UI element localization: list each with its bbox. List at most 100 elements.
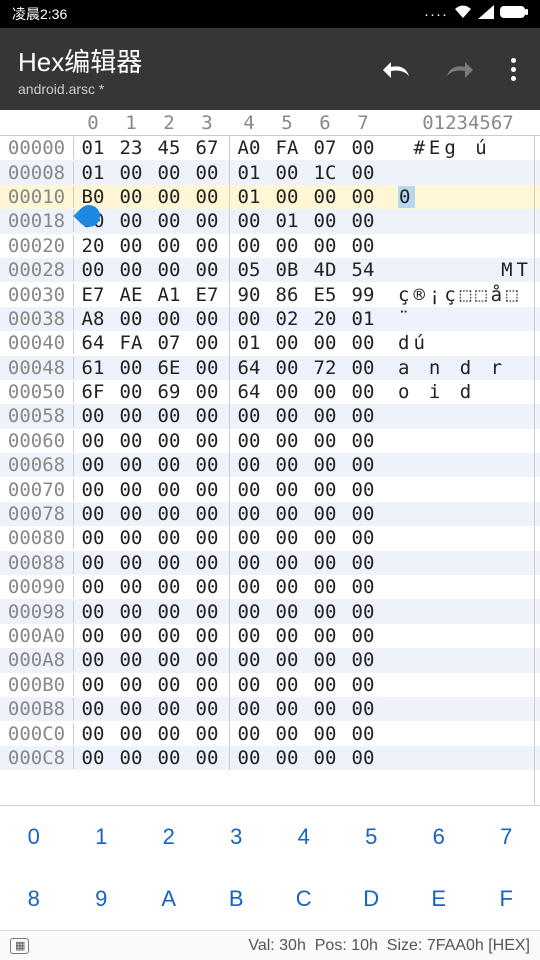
byte[interactable]: 00	[112, 454, 150, 476]
byte[interactable]: 00	[230, 698, 268, 720]
byte[interactable]: 54	[344, 259, 382, 281]
byte[interactable]: 00	[150, 186, 188, 208]
byte[interactable]: 23	[112, 137, 150, 159]
byte[interactable]: 61	[74, 357, 112, 379]
byte[interactable]: 00	[268, 527, 306, 549]
byte[interactable]: 00	[112, 747, 150, 769]
byte[interactable]: 00	[344, 381, 382, 403]
hex-row[interactable]: 000B00000000000000000	[0, 673, 540, 697]
key-0[interactable]: 0	[0, 806, 68, 868]
hex-row[interactable]: 00030E7AEA1E79086E599ç®¡ç⬚⬚å⬚	[0, 282, 540, 306]
byte[interactable]: 6E	[150, 357, 188, 379]
hex-row[interactable]: 0002800000000050B4D54MT	[0, 258, 540, 282]
hex-row[interactable]: 000900000000000000000	[0, 575, 540, 599]
byte[interactable]: 00	[188, 503, 226, 525]
byte[interactable]: 00	[150, 747, 188, 769]
byte[interactable]: 00	[344, 454, 382, 476]
key-6[interactable]: 6	[405, 806, 473, 868]
hex-row[interactable]: 000980000000000000000	[0, 599, 540, 623]
byte[interactable]: 00	[150, 479, 188, 501]
ascii[interactable]: 0	[396, 186, 540, 208]
byte[interactable]: 00	[344, 210, 382, 232]
byte[interactable]: 00	[344, 747, 382, 769]
byte[interactable]: 00	[306, 503, 344, 525]
byte[interactable]: 00	[112, 259, 150, 281]
byte[interactable]: 00	[112, 625, 150, 647]
byte[interactable]: 00	[188, 332, 226, 354]
byte[interactable]: 00	[112, 210, 150, 232]
byte[interactable]: 00	[112, 576, 150, 598]
byte[interactable]: 00	[230, 649, 268, 671]
byte[interactable]: 00	[74, 479, 112, 501]
key-B[interactable]: B	[203, 868, 271, 930]
byte[interactable]: 45	[150, 137, 188, 159]
byte[interactable]: 64	[230, 357, 268, 379]
hex-row[interactable]: 000B80000000000000000	[0, 697, 540, 721]
byte[interactable]: 00	[112, 405, 150, 427]
byte[interactable]: 00	[74, 503, 112, 525]
byte[interactable]: 00	[188, 479, 226, 501]
byte[interactable]: 00	[306, 235, 344, 257]
byte[interactable]: 00	[150, 308, 188, 330]
keyboard-toggle-button[interactable]: ▦	[10, 938, 29, 954]
hex-row[interactable]: 000800000000000000000	[0, 526, 540, 550]
byte[interactable]: 00	[150, 430, 188, 452]
byte[interactable]: 00	[188, 162, 226, 184]
overflow-menu-button[interactable]	[507, 54, 520, 85]
byte[interactable]: FA	[268, 137, 306, 159]
hex-row[interactable]: 000600000000000000000	[0, 429, 540, 453]
byte[interactable]: 00	[112, 698, 150, 720]
hex-row[interactable]: 000080100000001001C00	[0, 160, 540, 184]
byte[interactable]: 00	[188, 527, 226, 549]
byte[interactable]: 00	[306, 723, 344, 745]
byte[interactable]: 00	[268, 698, 306, 720]
ascii[interactable]: ç®¡ç⬚⬚å⬚	[396, 284, 540, 306]
byte[interactable]: 00	[268, 454, 306, 476]
byte[interactable]: 00	[344, 649, 382, 671]
byte[interactable]: 00	[230, 405, 268, 427]
byte[interactable]: 00	[112, 235, 150, 257]
byte[interactable]: 00	[306, 430, 344, 452]
byte[interactable]: 01	[230, 332, 268, 354]
byte[interactable]: 00	[344, 674, 382, 696]
hex-row[interactable]: 0000001234567A0FA0700 #Eg ú	[0, 136, 540, 160]
hex-row[interactable]: 0004064FA070001000000dú	[0, 331, 540, 355]
byte[interactable]: 00	[150, 454, 188, 476]
byte[interactable]: 00	[74, 259, 112, 281]
byte[interactable]: 00	[188, 430, 226, 452]
byte[interactable]: 00	[74, 576, 112, 598]
key-2[interactable]: 2	[135, 806, 203, 868]
hex-row[interactable]: 0004861006E0064007200a n d r	[0, 356, 540, 380]
byte[interactable]: 00	[268, 649, 306, 671]
key-A[interactable]: A	[135, 868, 203, 930]
byte[interactable]: 00	[188, 454, 226, 476]
byte[interactable]: 00	[268, 430, 306, 452]
hex-row[interactable]: 000A80000000000000000	[0, 648, 540, 672]
byte[interactable]: 00	[306, 625, 344, 647]
byte[interactable]: 00	[74, 649, 112, 671]
byte[interactable]: 00	[306, 527, 344, 549]
byte[interactable]: 00	[306, 698, 344, 720]
byte[interactable]: 00	[306, 186, 344, 208]
byte[interactable]: 00	[268, 186, 306, 208]
byte[interactable]: 00	[150, 527, 188, 549]
key-8[interactable]: 8	[0, 868, 68, 930]
byte[interactable]: 64	[74, 332, 112, 354]
key-4[interactable]: 4	[270, 806, 338, 868]
byte[interactable]: 00	[150, 235, 188, 257]
byte[interactable]: 00	[112, 381, 150, 403]
byte[interactable]: 00	[344, 503, 382, 525]
byte[interactable]: 00	[344, 162, 382, 184]
byte[interactable]: 00	[344, 405, 382, 427]
byte[interactable]: 00	[150, 698, 188, 720]
byte[interactable]: 00	[230, 723, 268, 745]
byte[interactable]: 00	[268, 332, 306, 354]
byte[interactable]: E7	[188, 284, 226, 306]
key-E[interactable]: E	[405, 868, 473, 930]
byte[interactable]: 00	[230, 235, 268, 257]
byte[interactable]: 00	[112, 357, 150, 379]
byte[interactable]: 00	[188, 235, 226, 257]
byte[interactable]: 00	[150, 649, 188, 671]
byte[interactable]: 00	[268, 552, 306, 574]
byte[interactable]: 00	[306, 576, 344, 598]
